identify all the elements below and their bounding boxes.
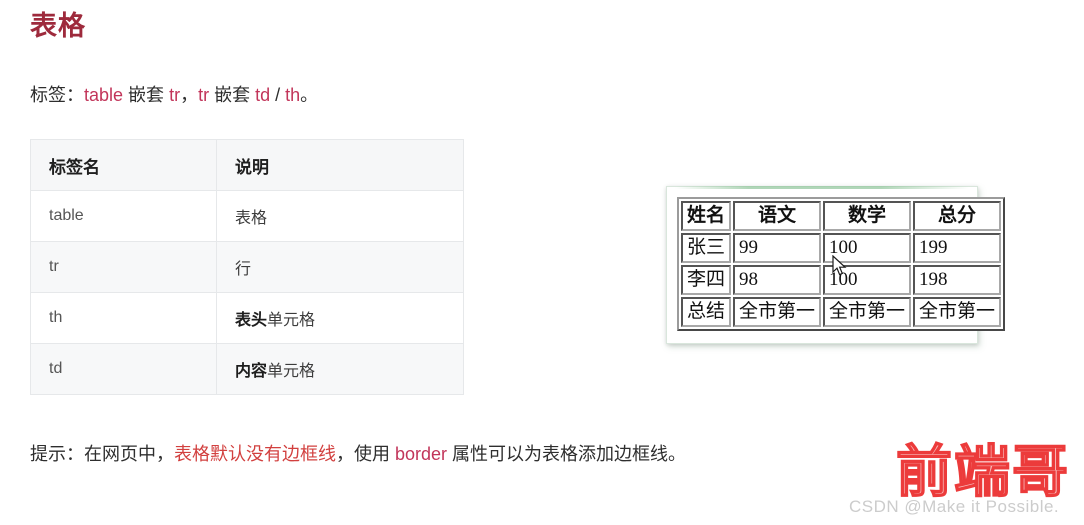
cell-description-rest: 行	[235, 261, 252, 278]
score-cell-name: 李四	[681, 265, 732, 295]
cell-tagname: tr	[30, 241, 217, 293]
code-td: td	[255, 85, 271, 105]
watermark-brand: 前端哥	[895, 442, 1070, 504]
score-cell-math: 全市第一	[823, 297, 912, 327]
tip-suffix: 属性可以为表格添加边框线。	[447, 444, 687, 464]
table-header-row: 标签名 说明	[30, 139, 464, 191]
tag-syntax-line: 标签：table 嵌套 tr，tr 嵌套 td / th。	[30, 82, 318, 108]
cell-tagname: th	[30, 292, 217, 344]
score-cell-chinese: 99	[733, 233, 822, 263]
table-row: table 表格	[30, 190, 464, 242]
tip-prefix: 提示：在网页中，	[30, 444, 174, 464]
table-row: tr 行	[30, 241, 464, 293]
score-cell-chinese: 98	[733, 265, 822, 295]
example-score-table: 姓名 语文 数学 总分 张三 99 100 199 李四 98 100 198 …	[677, 197, 1006, 331]
score-row: 李四 98 100 198	[681, 265, 1002, 295]
column-header-tagname: 标签名	[30, 139, 217, 191]
column-header-description: 说明	[216, 139, 464, 191]
tag-line-comma: ，	[180, 85, 199, 105]
score-header-total: 总分	[913, 201, 1002, 231]
tag-line-slash: /	[270, 85, 286, 105]
score-cell-total: 198	[913, 265, 1002, 295]
tag-line-prefix: 标签：	[30, 85, 84, 105]
tag-line-mid1: 嵌套	[123, 85, 170, 105]
cell-description-rest: 表格	[235, 210, 268, 227]
score-cell-chinese: 全市第一	[733, 297, 822, 327]
cell-description-bold: 内容	[235, 363, 268, 380]
tag-line-mid2: 嵌套	[209, 85, 256, 105]
watermark-csdn: CSDN @Make it Possible.	[849, 497, 1060, 516]
score-cell-total: 199	[913, 233, 1002, 263]
code-table: table	[84, 85, 124, 105]
score-row: 张三 99 100 199	[681, 233, 1002, 263]
score-row: 总结 全市第一 全市第一 全市第一	[681, 297, 1002, 327]
code-tr-1: tr	[169, 85, 181, 105]
example-figure-frame: 姓名 语文 数学 总分 张三 99 100 199 李四 98 100 198 …	[666, 186, 1006, 344]
score-header-chinese: 语文	[733, 201, 822, 231]
page-title: 表格	[30, 11, 86, 41]
score-cell-math: 100	[823, 265, 912, 295]
score-header-math: 数学	[823, 201, 912, 231]
score-cell-name: 总结	[681, 297, 732, 327]
code-tr-2: tr	[198, 85, 210, 105]
score-cell-name: 张三	[681, 233, 732, 263]
cell-description: 表头单元格	[216, 292, 464, 344]
cell-description-bold: 表头	[235, 312, 268, 329]
score-header-row: 姓名 语文 数学 总分	[681, 201, 1002, 231]
cell-description-rest: 单元格	[267, 363, 316, 380]
table-row: td 内容单元格	[30, 343, 464, 395]
cell-description: 内容单元格	[216, 343, 464, 395]
code-th: th	[285, 85, 301, 105]
tip-mid: ，使用	[336, 444, 396, 464]
cell-tagname: table	[30, 190, 217, 242]
table-row: th 表头单元格	[30, 292, 464, 344]
code-border: border	[395, 444, 448, 464]
score-header-name: 姓名	[681, 201, 732, 231]
score-cell-total: 全市第一	[913, 297, 1002, 327]
tip-highlight: 表格默认没有边框线	[174, 444, 336, 464]
tag-line-period: 。	[300, 85, 319, 105]
tip-line: 提示：在网页中，表格默认没有边框线，使用 border 属性可以为表格添加边框线…	[30, 441, 686, 467]
cell-description-rest: 单元格	[267, 312, 316, 329]
score-cell-math: 100	[823, 233, 912, 263]
cell-description: 表格	[216, 190, 464, 242]
cell-description: 行	[216, 241, 464, 293]
tag-description-table: 标签名 说明 table 表格 tr 行 th 表头单元格 td 内容单元格	[30, 139, 464, 395]
cell-tagname: td	[30, 343, 217, 395]
